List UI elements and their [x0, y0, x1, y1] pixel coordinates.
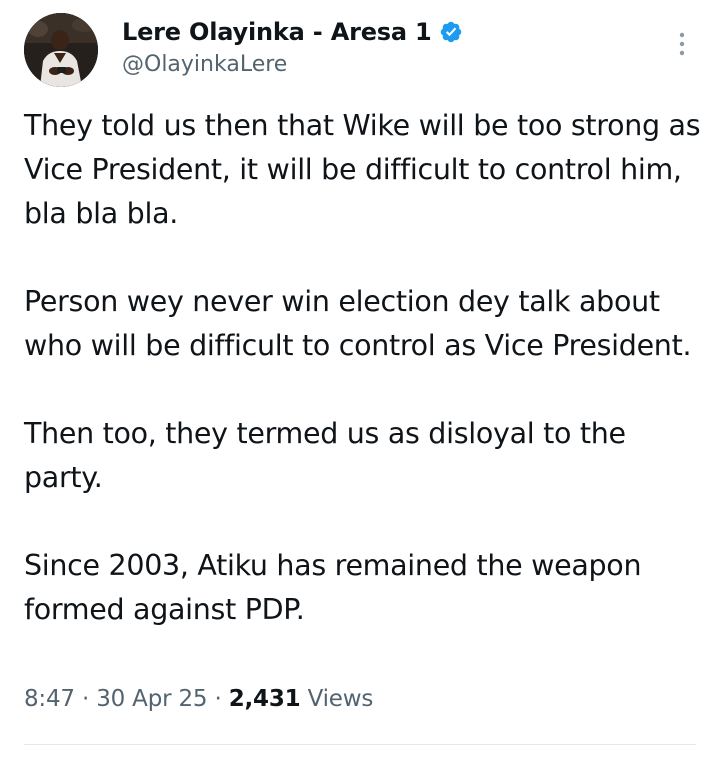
tweet-time[interactable]: 8:47 — [24, 686, 75, 712]
author-handle[interactable]: @OlayinkaLere — [122, 52, 463, 77]
tweet-meta: 8:47 · 30 Apr 25 · 2,431 Views — [24, 686, 373, 712]
tweet[interactable]: Lere Olayinka - Aresa 1 @OlayinkaLere Th… — [0, 0, 720, 764]
meta-separator: · — [207, 686, 229, 712]
tweet-paragraph: They told us then that Wike will be too … — [24, 109, 710, 230]
avatar[interactable] — [24, 13, 98, 87]
divider — [24, 744, 696, 745]
tweet-text: They told us then that Wike will be too … — [24, 104, 704, 632]
views-label: Views — [300, 686, 374, 712]
views-count[interactable]: 2,431 — [229, 686, 301, 712]
meta-separator: · — [74, 686, 97, 712]
tweet-paragraph: Since 2003, Atiku has remained the weapo… — [24, 549, 650, 626]
tweet-paragraph: Then too, they termed us as disloyal to … — [24, 417, 635, 494]
author-info: Lere Olayinka - Aresa 1 @OlayinkaLere — [122, 14, 463, 77]
tweet-date[interactable]: 30 Apr 25 — [96, 686, 207, 712]
avatar-photo — [24, 13, 98, 87]
tweet-paragraph: Person wey never win election dey talk a… — [24, 285, 692, 362]
author-name-row: Lere Olayinka - Aresa 1 — [122, 14, 463, 50]
author-display-name[interactable]: Lere Olayinka - Aresa 1 — [122, 18, 432, 46]
more-options-icon[interactable] — [670, 30, 694, 60]
verified-badge-icon — [439, 20, 463, 44]
